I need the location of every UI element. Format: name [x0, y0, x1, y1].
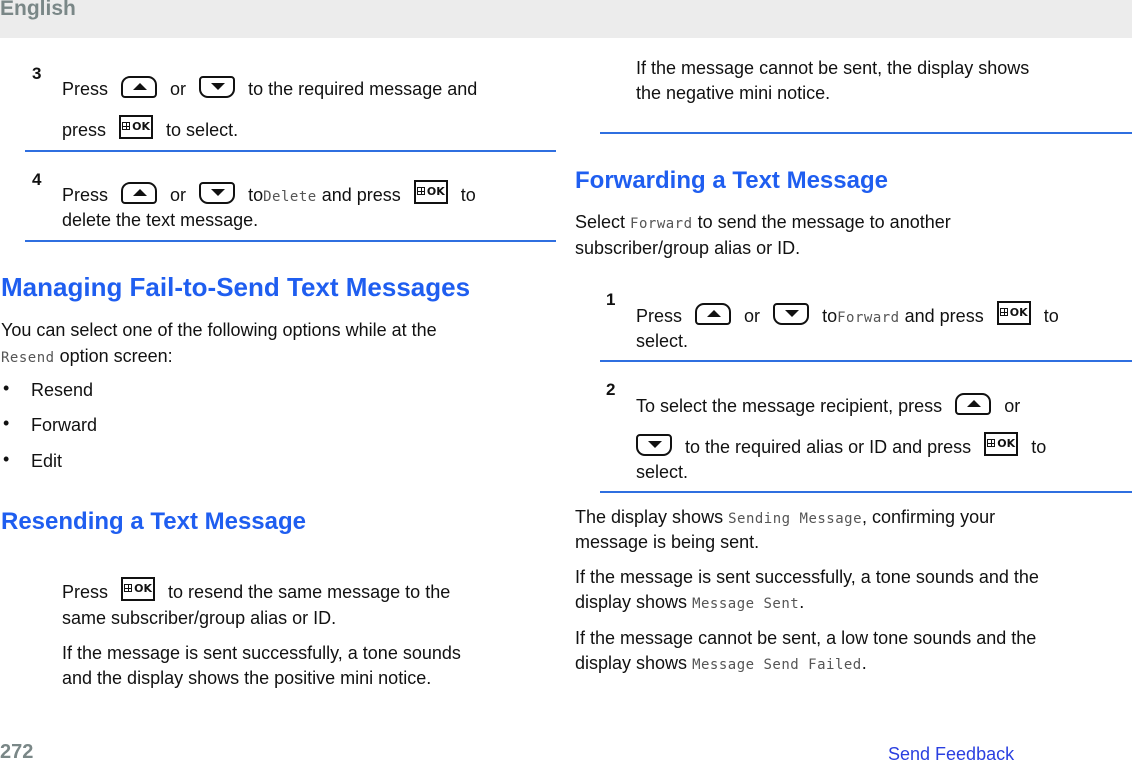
forward-step-1-line-2: select.: [636, 331, 689, 351]
menu-ok-key-icon: OK: [119, 115, 154, 140]
resending-line-2: same subscriber/group alias or ID.: [62, 608, 337, 628]
step-divider: [600, 491, 1132, 493]
forward-step-2-line-2: to the required alias or ID and press OK…: [628, 432, 1047, 460]
option-item: Resend: [31, 380, 94, 400]
forward-step-2-line-3: select.: [636, 462, 689, 482]
step-text: or: [170, 185, 187, 205]
body-text: The display shows: [575, 507, 724, 527]
step-text: to select.: [166, 120, 239, 140]
failed-line-1: If the message cannot be sent, a low ton…: [575, 628, 1037, 648]
section-heading-managing: Managing Fail-to-Send Text Messages: [1, 272, 471, 302]
menu-ok-key-icon: OK: [984, 432, 1019, 457]
step-text: or: [744, 306, 761, 326]
send-feedback-link[interactable]: Send Feedback: [888, 744, 1014, 762]
bullet-icon: •: [3, 413, 10, 433]
step-4-line-2: delete the text message.: [62, 210, 259, 230]
display-text: Forward: [630, 216, 693, 232]
intro-text: option screen:: [59, 346, 173, 366]
managing-intro-line-2: Resend option screen:: [1, 344, 173, 371]
option-item: Edit: [31, 451, 63, 471]
step-text: press: [62, 120, 107, 140]
bullet-icon: •: [3, 378, 10, 398]
step-text: to: [1043, 306, 1059, 326]
resending-success-line-1: If the message is sent successfully, a t…: [62, 643, 461, 663]
step-number: 1: [606, 290, 616, 309]
bullet-icon: •: [3, 449, 10, 469]
step-text: and press: [904, 306, 984, 326]
sending-line-1: The display shows Sending Message, confi…: [575, 505, 995, 532]
step-text: or: [1004, 396, 1021, 416]
header-bar: English: [0, 0, 1132, 38]
body-text: , confirming your: [862, 507, 996, 527]
step-text: to: [822, 306, 838, 326]
step-number: 3: [32, 64, 42, 83]
up-arrow-key-icon: [695, 303, 732, 326]
step-divider: [25, 150, 556, 152]
step-text: To select the message recipient, press: [636, 396, 943, 416]
display-text: Delete: [263, 189, 317, 205]
fail-notice-line-1: If the message cannot be sent, the displ…: [636, 58, 1030, 78]
down-arrow-key-icon: [199, 76, 236, 99]
menu-ok-key-icon: OK: [996, 301, 1031, 326]
resending-success-line-2: and the display shows the positive mini …: [62, 668, 432, 688]
failed-line-2: display shows Message Send Failed.: [575, 651, 867, 678]
step-text: to resend the same message to the: [168, 582, 451, 602]
display-text: Message Sent: [692, 596, 800, 612]
up-arrow-key-icon: [121, 182, 158, 205]
display-text: Forward: [837, 310, 900, 326]
resending-line-1: Press OK to resend the same message to t…: [62, 577, 451, 605]
step-number: 2: [606, 380, 616, 399]
sent-line-1: If the message is sent successfully, a t…: [575, 567, 1039, 587]
step-divider: [25, 240, 556, 242]
sent-line-2: display shows Message Sent.: [575, 590, 804, 617]
display-text: Sending Message: [728, 511, 863, 527]
step-text: Press: [62, 582, 109, 602]
step-text: or: [170, 79, 187, 99]
forwarding-intro-line-2: subscriber/group alias or ID.: [575, 238, 801, 258]
step-text: to: [248, 185, 264, 205]
step-text: Press: [62, 79, 109, 99]
display-text: Message Send Failed: [692, 657, 862, 673]
section-heading-resending: Resending a Text Message: [1, 508, 306, 535]
step-number: 4: [32, 170, 42, 189]
body-text: display shows: [575, 653, 688, 673]
section-divider: [600, 132, 1132, 134]
step-text: to the required alias or ID and press: [685, 437, 972, 457]
sending-line-2: message is being sent.: [575, 532, 760, 552]
step-text: to the required message and: [248, 79, 478, 99]
menu-ok-key-icon: OK: [413, 180, 448, 205]
step-text: Press: [636, 306, 683, 326]
step-text: to: [1031, 437, 1047, 457]
step-text: and press: [321, 185, 401, 205]
display-text: Resend: [1, 350, 55, 366]
down-arrow-key-icon: [773, 303, 810, 326]
step-divider: [600, 360, 1132, 362]
body-text: display shows: [575, 592, 688, 612]
forwarding-intro-line-1: Select Forward to send the message to ano…: [575, 210, 951, 237]
up-arrow-key-icon: [955, 393, 992, 416]
fail-notice-line-2: the negative mini notice.: [636, 83, 831, 103]
managing-intro-line-1: You can select one of the following opti…: [1, 320, 437, 340]
forward-step-1-line-1: Press or toForward and press OK to: [636, 301, 1059, 331]
intro-text: Select: [575, 212, 626, 232]
down-arrow-key-icon: [636, 434, 672, 457]
step-4-line-1: Press or toDelete and press OK to: [62, 180, 476, 210]
option-item: Forward: [31, 415, 98, 435]
step-3-line-1: Press or to the required message and: [62, 76, 478, 102]
body-text: .: [861, 653, 867, 673]
up-arrow-key-icon: [121, 76, 158, 99]
section-heading-forwarding: Forwarding a Text Message: [575, 167, 888, 194]
forward-step-2-line-1: To select the message recipient, press o…: [636, 393, 1021, 419]
step-3-line-2: press OK to select.: [62, 115, 239, 143]
page-number: 272: [0, 741, 34, 762]
intro-text: to send the message to another: [697, 212, 951, 232]
menu-ok-key-icon: OK: [121, 577, 156, 602]
body-text: .: [799, 592, 805, 612]
language-label: English: [0, 0, 76, 20]
step-text: Press: [62, 185, 109, 205]
down-arrow-key-icon: [199, 182, 236, 205]
step-text: to: [460, 185, 476, 205]
